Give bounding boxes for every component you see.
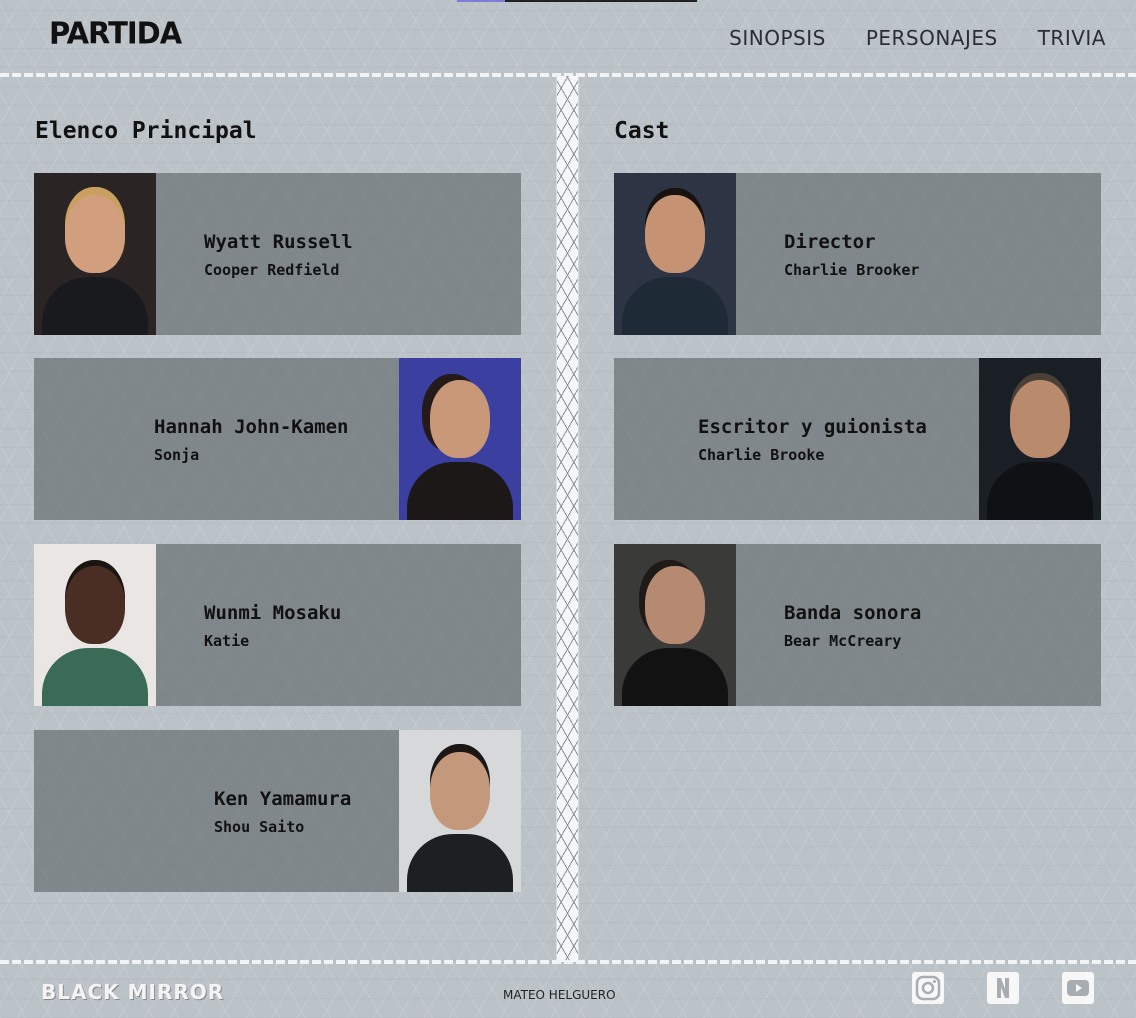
crew-card: Director Charlie Brooker: [614, 173, 1101, 335]
crew-person: Charlie Brooke: [698, 446, 825, 464]
crew-card: Banda sonora Bear McCreary: [614, 544, 1101, 706]
cast-card: Wyatt Russell Cooper Redfield: [34, 173, 521, 335]
instagram-icon[interactable]: [911, 971, 945, 1005]
site-logo[interactable]: PARTIDA: [49, 15, 182, 51]
actor-photo: [34, 544, 156, 706]
main-cast-title: Elenco Principal: [35, 118, 257, 144]
actor-photo: [34, 173, 156, 335]
cast-name: Ken Yamamura: [214, 788, 352, 810]
nav-sinopsis[interactable]: SINOPSIS: [729, 26, 826, 50]
cast-card: Hannah John-Kamen Sonja: [34, 358, 521, 520]
youtube-icon[interactable]: [1061, 971, 1095, 1005]
crew-title: Cast: [614, 118, 670, 144]
cast-name: Hannah John-Kamen: [154, 416, 349, 438]
crew-photo: [614, 173, 736, 335]
crew-person: Bear McCreary: [784, 632, 902, 650]
crew-role-title: Director: [784, 231, 876, 253]
cast-role: Shou Saito: [214, 818, 305, 836]
crew-role-title: Banda sonora: [784, 602, 922, 624]
actor-photo: [399, 730, 521, 892]
black-mirror-logo[interactable]: BLACK MIRROR: [41, 980, 224, 1004]
cast-name: Wyatt Russell: [204, 231, 353, 253]
column-divider: [556, 76, 579, 962]
crew-photo: [614, 544, 736, 706]
footer-credit: MATEO HELGUERO: [503, 988, 616, 1002]
cast-card: Wunmi Mosaku Katie: [34, 544, 521, 706]
actor-photo: [399, 358, 521, 520]
netflix-icon[interactable]: [986, 971, 1020, 1005]
crew-person: Charlie Brooker: [784, 261, 920, 279]
cast-role: Katie: [204, 632, 250, 650]
main-nav: SINOPSIS PERSONAJES TRIVIA: [729, 26, 1106, 50]
site-footer: BLACK MIRROR MATEO HELGUERO: [0, 962, 1136, 1018]
crew-card: Escritor y guionista Charlie Brooke: [614, 358, 1101, 520]
cast-role: Cooper Redfield: [204, 261, 340, 279]
cast-name: Wunmi Mosaku: [204, 602, 342, 624]
nav-trivia[interactable]: TRIVIA: [1038, 26, 1106, 50]
site-header: PARTIDA SINOPSIS PERSONAJES TRIVIA: [0, 0, 1136, 76]
crew-photo: [979, 358, 1101, 520]
nav-personajes[interactable]: PERSONAJES: [866, 26, 998, 50]
crew-role-title: Escritor y guionista: [698, 416, 927, 438]
cast-role: Sonja: [154, 446, 200, 464]
cast-card: Ken Yamamura Shou Saito: [34, 730, 521, 892]
